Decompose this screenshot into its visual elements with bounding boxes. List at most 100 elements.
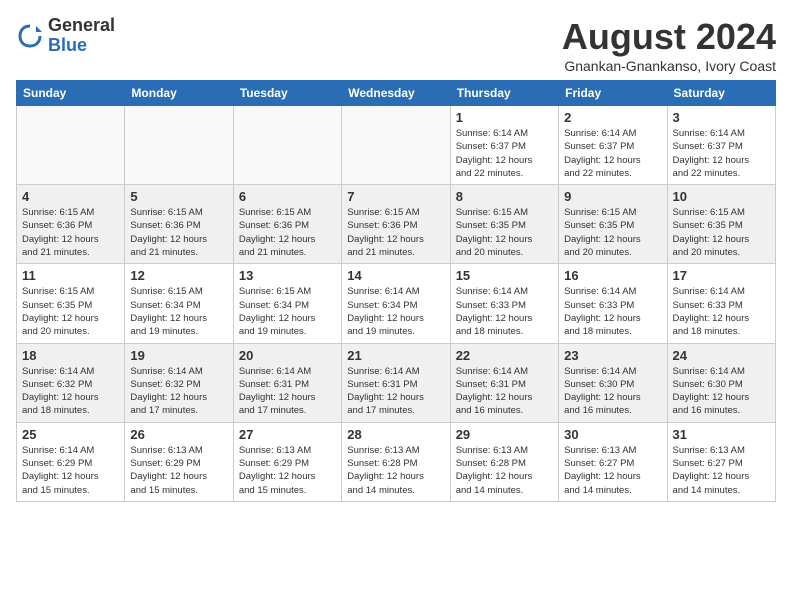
header: General Blue August 2024 Gnankan-Gnankan…	[16, 16, 776, 74]
logo-icon	[16, 22, 44, 50]
day-info: Sunrise: 6:14 AM Sunset: 6:30 PM Dayligh…	[564, 365, 661, 418]
day-number: 22	[456, 348, 553, 363]
calendar-cell: 4 Sunrise: 6:15 AM Sunset: 6:36 PM Daylig…	[17, 185, 125, 264]
weekday-header-tuesday: Tuesday	[233, 81, 341, 106]
calendar-cell: 17 Sunrise: 6:14 AM Sunset: 6:33 PM Dayli…	[667, 264, 775, 343]
logo-general: General	[48, 16, 115, 36]
weekday-header-wednesday: Wednesday	[342, 81, 450, 106]
day-info: Sunrise: 6:15 AM Sunset: 6:35 PM Dayligh…	[456, 206, 553, 259]
calendar-cell: 23 Sunrise: 6:14 AM Sunset: 6:30 PM Dayli…	[559, 343, 667, 422]
calendar-cell: 2Sunrise: 6:14 AM Sunset: 6:37 PM Daylig…	[559, 106, 667, 185]
calendar-cell: 10 Sunrise: 6:15 AM Sunset: 6:35 PM Dayli…	[667, 185, 775, 264]
day-number: 5	[130, 189, 227, 204]
day-number: 21	[347, 348, 444, 363]
calendar-week-row: 1 Sunrise: 6:14 AM Sunset: 6:37 PM Daylig…	[17, 106, 776, 185]
calendar-cell: 27Sunrise: 6:13 AM Sunset: 6:29 PM Dayli…	[233, 422, 341, 501]
day-info: Sunrise: 6:13 AM Sunset: 6:27 PM Dayligh…	[564, 444, 661, 497]
weekday-header-sunday: Sunday	[17, 81, 125, 106]
calendar-cell: 29 Sunrise: 6:13 AM Sunset: 6:28 PM Dayli…	[450, 422, 558, 501]
day-number: 10	[673, 189, 770, 204]
day-info: Sunrise: 6:14 AM Sunset: 6:37 PM Dayligh…	[564, 127, 661, 180]
calendar-cell: 22 Sunrise: 6:14 AM Sunset: 6:31 PM Dayli…	[450, 343, 558, 422]
day-number: 24	[673, 348, 770, 363]
day-number: 26	[130, 427, 227, 442]
day-number: 7	[347, 189, 444, 204]
weekday-header-row: SundayMondayTuesdayWednesdayThursdayFrid…	[17, 81, 776, 106]
day-number: 30	[564, 427, 661, 442]
calendar-cell: 30 Sunrise: 6:13 AM Sunset: 6:27 PM Dayli…	[559, 422, 667, 501]
calendar-cell: 11 Sunrise: 6:15 AM Sunset: 6:35 PM Dayli…	[17, 264, 125, 343]
weekday-header-saturday: Saturday	[667, 81, 775, 106]
day-info: Sunrise: 6:14 AM Sunset: 6:32 PM Dayligh…	[22, 365, 119, 418]
day-number: 18	[22, 348, 119, 363]
day-number: 20	[239, 348, 336, 363]
logo: General Blue	[16, 16, 115, 56]
weekday-header-thursday: Thursday	[450, 81, 558, 106]
day-number: 29	[456, 427, 553, 442]
weekday-header-friday: Friday	[559, 81, 667, 106]
calendar-cell: 12 Sunrise: 6:15 AM Sunset: 6:34 PM Dayli…	[125, 264, 233, 343]
day-info: Sunrise: 6:15 AM Sunset: 6:35 PM Dayligh…	[673, 206, 770, 259]
calendar-cell: 15Sunrise: 6:14 AM Sunset: 6:33 PM Dayli…	[450, 264, 558, 343]
calendar-cell: 21 Sunrise: 6:14 AM Sunset: 6:31 PM Dayli…	[342, 343, 450, 422]
calendar-cell: 9 Sunrise: 6:15 AM Sunset: 6:35 PM Daylig…	[559, 185, 667, 264]
day-number: 13	[239, 268, 336, 283]
calendar-cell: 20 Sunrise: 6:14 AM Sunset: 6:31 PM Dayli…	[233, 343, 341, 422]
calendar-cell: 7 Sunrise: 6:15 AM Sunset: 6:36 PM Daylig…	[342, 185, 450, 264]
calendar-cell: 16Sunrise: 6:14 AM Sunset: 6:33 PM Dayli…	[559, 264, 667, 343]
calendar-cell: 8 Sunrise: 6:15 AM Sunset: 6:35 PM Daylig…	[450, 185, 558, 264]
day-info: Sunrise: 6:15 AM Sunset: 6:34 PM Dayligh…	[130, 285, 227, 338]
calendar-cell	[342, 106, 450, 185]
day-info: Sunrise: 6:14 AM Sunset: 6:37 PM Dayligh…	[456, 127, 553, 180]
day-info: Sunrise: 6:15 AM Sunset: 6:34 PM Dayligh…	[239, 285, 336, 338]
day-number: 3	[673, 110, 770, 125]
day-number: 12	[130, 268, 227, 283]
day-info: Sunrise: 6:15 AM Sunset: 6:35 PM Dayligh…	[564, 206, 661, 259]
day-info: Sunrise: 6:13 AM Sunset: 6:27 PM Dayligh…	[673, 444, 770, 497]
day-number: 11	[22, 268, 119, 283]
calendar-cell	[125, 106, 233, 185]
day-info: Sunrise: 6:14 AM Sunset: 6:33 PM Dayligh…	[564, 285, 661, 338]
calendar-cell: 5Sunrise: 6:15 AM Sunset: 6:36 PM Daylig…	[125, 185, 233, 264]
weekday-header-monday: Monday	[125, 81, 233, 106]
calendar-cell: 18 Sunrise: 6:14 AM Sunset: 6:32 PM Dayli…	[17, 343, 125, 422]
day-number: 1	[456, 110, 553, 125]
day-info: Sunrise: 6:14 AM Sunset: 6:30 PM Dayligh…	[673, 365, 770, 418]
day-info: Sunrise: 6:15 AM Sunset: 6:36 PM Dayligh…	[22, 206, 119, 259]
day-info: Sunrise: 6:14 AM Sunset: 6:29 PM Dayligh…	[22, 444, 119, 497]
day-number: 14	[347, 268, 444, 283]
calendar-week-row: 18 Sunrise: 6:14 AM Sunset: 6:32 PM Dayli…	[17, 343, 776, 422]
month-year-title: August 2024	[562, 16, 776, 58]
day-number: 8	[456, 189, 553, 204]
day-info: Sunrise: 6:14 AM Sunset: 6:37 PM Dayligh…	[673, 127, 770, 180]
logo-blue: Blue	[48, 36, 115, 56]
day-info: Sunrise: 6:15 AM Sunset: 6:36 PM Dayligh…	[239, 206, 336, 259]
day-info: Sunrise: 6:14 AM Sunset: 6:31 PM Dayligh…	[347, 365, 444, 418]
day-info: Sunrise: 6:13 AM Sunset: 6:28 PM Dayligh…	[456, 444, 553, 497]
day-info: Sunrise: 6:14 AM Sunset: 6:32 PM Dayligh…	[130, 365, 227, 418]
calendar-cell: 19 Sunrise: 6:14 AM Sunset: 6:32 PM Dayli…	[125, 343, 233, 422]
calendar-cell: 25Sunrise: 6:14 AM Sunset: 6:29 PM Dayli…	[17, 422, 125, 501]
calendar-week-row: 4 Sunrise: 6:15 AM Sunset: 6:36 PM Daylig…	[17, 185, 776, 264]
day-info: Sunrise: 6:14 AM Sunset: 6:31 PM Dayligh…	[456, 365, 553, 418]
calendar-cell	[17, 106, 125, 185]
day-info: Sunrise: 6:14 AM Sunset: 6:33 PM Dayligh…	[673, 285, 770, 338]
day-number: 4	[22, 189, 119, 204]
day-number: 9	[564, 189, 661, 204]
day-info: Sunrise: 6:15 AM Sunset: 6:36 PM Dayligh…	[347, 206, 444, 259]
day-info: Sunrise: 6:13 AM Sunset: 6:29 PM Dayligh…	[130, 444, 227, 497]
calendar-cell: 14Sunrise: 6:14 AM Sunset: 6:34 PM Dayli…	[342, 264, 450, 343]
day-info: Sunrise: 6:13 AM Sunset: 6:29 PM Dayligh…	[239, 444, 336, 497]
day-number: 19	[130, 348, 227, 363]
calendar-cell: 6Sunrise: 6:15 AM Sunset: 6:36 PM Daylig…	[233, 185, 341, 264]
day-info: Sunrise: 6:15 AM Sunset: 6:35 PM Dayligh…	[22, 285, 119, 338]
day-number: 28	[347, 427, 444, 442]
logo-text: General Blue	[48, 16, 115, 56]
day-number: 23	[564, 348, 661, 363]
day-info: Sunrise: 6:14 AM Sunset: 6:31 PM Dayligh…	[239, 365, 336, 418]
calendar-cell: 1 Sunrise: 6:14 AM Sunset: 6:37 PM Daylig…	[450, 106, 558, 185]
day-number: 17	[673, 268, 770, 283]
calendar-cell: 28Sunrise: 6:13 AM Sunset: 6:28 PM Dayli…	[342, 422, 450, 501]
title-area: August 2024 Gnankan-Gnankanso, Ivory Coa…	[562, 16, 776, 74]
calendar-cell: 13 Sunrise: 6:15 AM Sunset: 6:34 PM Dayli…	[233, 264, 341, 343]
